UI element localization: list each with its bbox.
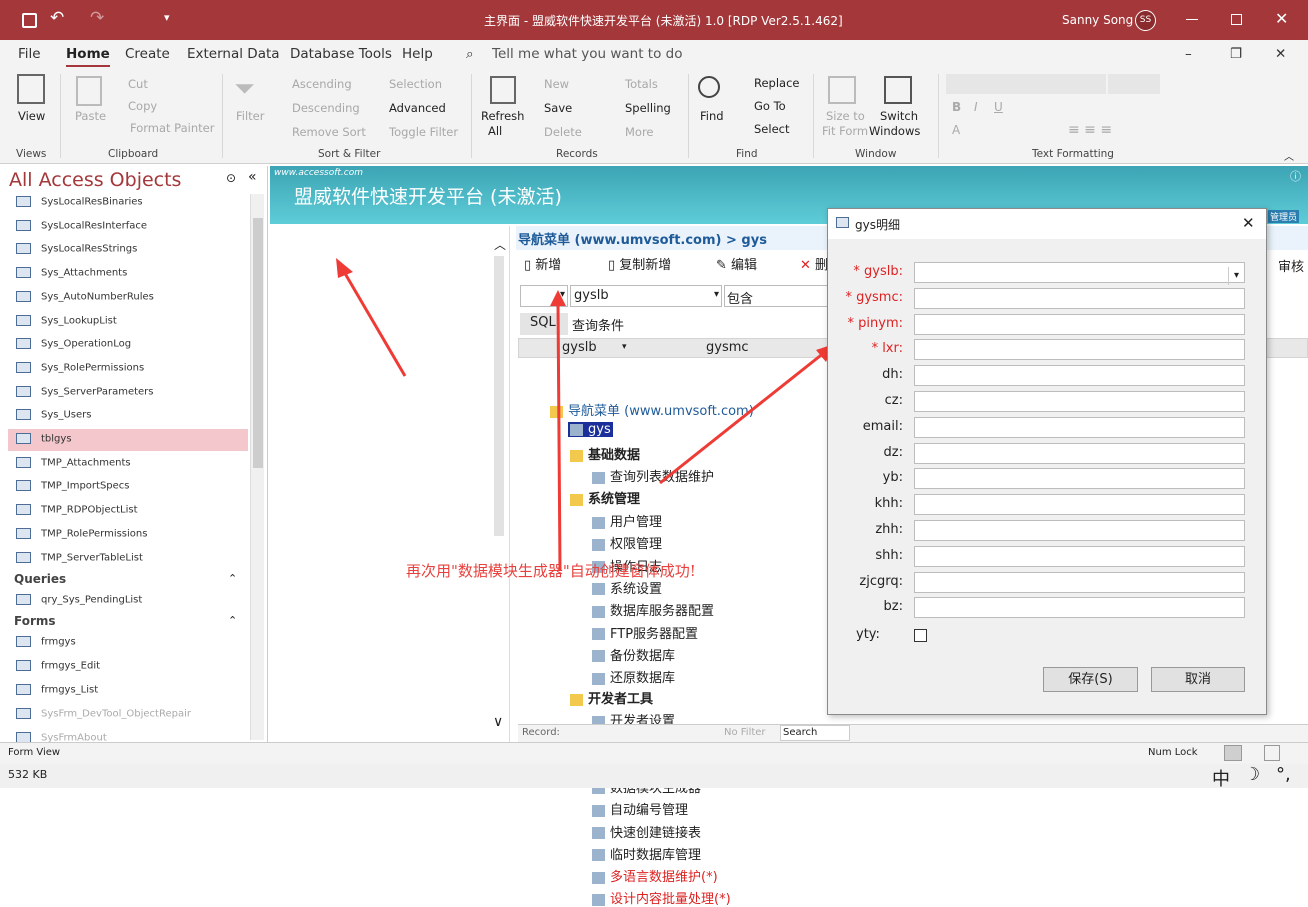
- field-input[interactable]: [914, 313, 1245, 335]
- field-label: bz:: [883, 599, 903, 615]
- design-view-icon[interactable]: [1264, 745, 1280, 761]
- dialog-close-icon[interactable]: ✕: [1242, 214, 1255, 232]
- tree-item-dev-label: 自动编号管理: [610, 803, 689, 819]
- field-label: zhh:: [875, 522, 903, 537]
- yty-checkbox[interactable]: [914, 629, 927, 642]
- field-label: * gyslb:: [853, 264, 903, 279]
- tree-item-dev[interactable]: 多语言数据维护(*): [592, 866, 718, 885]
- item-icon: [592, 827, 605, 839]
- field-input[interactable]: [914, 520, 1245, 541]
- status-bar: Form View Num Lock: [0, 742, 1308, 764]
- field-input[interactable]: [914, 545, 1245, 567]
- cancel-dialog-button[interactable]: 取消: [1151, 667, 1245, 692]
- tree-item-dev-label: 多语言数据维护(*): [610, 870, 718, 886]
- field-label: email:: [862, 418, 903, 434]
- moon-icon[interactable]: ☽: [1244, 764, 1260, 785]
- tree-item-dev-label: 临时数据库管理: [610, 847, 702, 863]
- field-label: khh:: [874, 496, 903, 512]
- field-label: shh:: [875, 547, 903, 563]
- status-numlock: Num Lock: [1148, 747, 1198, 758]
- yty-label: yty:: [856, 627, 880, 642]
- field-label: zjcgrq:: [859, 573, 903, 589]
- field-label: * gysmc:: [845, 289, 903, 305]
- field-input[interactable]: [914, 262, 1245, 283]
- tree-item-dev[interactable]: 设计内容批量处理(*): [592, 888, 731, 907]
- arrow-to-dialog: [659, 350, 826, 485]
- form-view-icon[interactable]: [1224, 745, 1242, 761]
- arrow-to-gys: [341, 269, 407, 377]
- dialog-title: gys明细: [855, 218, 900, 232]
- arrow-head-combo: [550, 290, 566, 306]
- item-icon: [592, 849, 605, 862]
- tree-item-dev[interactable]: 快速创建链接表: [592, 822, 701, 841]
- field-label: * lxr:: [871, 341, 903, 357]
- punctuation-icon[interactable]: °,: [1276, 764, 1291, 785]
- save-dialog-button[interactable]: 保存(S): [1043, 667, 1138, 692]
- field-label: dh:: [882, 367, 903, 383]
- taskbar: 532 KB 中 ☽ °,: [0, 764, 1308, 791]
- field-input[interactable]: [914, 494, 1245, 516]
- field-input[interactable]: [914, 442, 1245, 464]
- ime-indicator[interactable]: 中: [1212, 765, 1230, 791]
- field-label: dz:: [883, 444, 903, 460]
- tree-item-dev-label: 设计内容批量处理(*): [610, 892, 731, 907]
- memory-size: 532 KB: [8, 768, 48, 781]
- form-icon: [836, 217, 849, 228]
- field-label: cz:: [884, 393, 903, 408]
- tree-item-dev[interactable]: 自动编号管理: [592, 799, 688, 818]
- field-label: yb:: [882, 470, 903, 486]
- dialog-titlebar: gys明细 ✕: [828, 209, 1266, 239]
- field-input[interactable]: [914, 365, 1245, 387]
- item-icon: [592, 871, 605, 884]
- field-label: * pinym:: [847, 315, 903, 331]
- field-input[interactable]: [914, 571, 1245, 593]
- field-input[interactable]: [914, 416, 1245, 438]
- arrow-head-gys: [336, 258, 353, 278]
- arrow-to-combo: [556, 301, 562, 571]
- field-input[interactable]: [914, 468, 1245, 490]
- field-input[interactable]: [914, 597, 1245, 619]
- item-icon: [592, 893, 605, 906]
- tree-item-dev[interactable]: 临时数据库管理: [592, 844, 701, 863]
- gyslb-dropdown-icon[interactable]: ▾: [1228, 267, 1244, 285]
- tree-item-dev-label: 快速创建链接表: [610, 825, 702, 841]
- field-input[interactable]: [914, 339, 1245, 361]
- item-icon: [592, 804, 605, 817]
- field-input[interactable]: [914, 287, 1245, 309]
- status-view: Form View: [8, 747, 61, 758]
- field-input[interactable]: [914, 391, 1245, 412]
